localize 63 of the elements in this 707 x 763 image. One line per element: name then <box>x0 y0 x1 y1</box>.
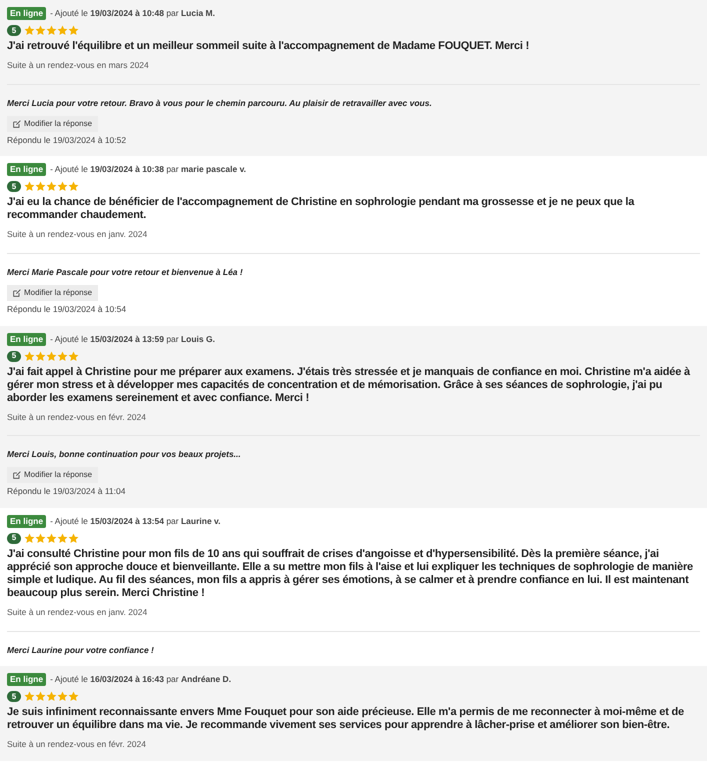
star-icon <box>46 350 57 362</box>
edit-reply-button[interactable]: Modifier la réponse <box>7 467 98 483</box>
rating-badge: 5 <box>7 25 21 36</box>
review-text: J'ai fait appel à Christine pour me préparer aux examens. J'étais très stressée et je manquais de confiance en moi. Christine m'a aidée à gérer mon stress et à développer mes capacités de concentration et de mémorisation. Grâce à ses séances de sophrologie, j'ai pu aborder les examens sereinement et avec confiance. Merci ! <box>7 366 692 404</box>
star-icon <box>57 181 68 192</box>
edit-icon <box>13 471 21 479</box>
reply-date: Répondu le 19/03/2024 à 10:52 <box>7 134 126 146</box>
star-icon <box>35 181 46 192</box>
rating-badge: 5 <box>7 181 21 192</box>
star-icon <box>57 25 68 36</box>
visit-date: Suite à un rendez-vous en janv. 2024 <box>7 606 148 618</box>
reply-date: Répondu le 19/03/2024 à 11:04 <box>7 485 126 498</box>
edit-icon <box>13 120 21 128</box>
review-meta: - Ajouté le 19/03/2024 à 10:48 par Lucia M. <box>50 7 215 20</box>
rating-badge: 5 <box>7 350 21 362</box>
review-text: J'ai consulté Christine pour mon fils de 10 ans qui souffrait de crises d'angoisse et d'hypersensibilité. Dès la première séance, j'ai apprécié son approche douce et bienveillante. Elle a su mettre mon fils à l'aise et lui expliquer les techniques de sophrologie de manière simple et ludique. Au fil des séances, mon fils a appris à gérer ses émotions, à se calmer et à prendre confiance en lui. Il est maintenant beaucoup plus serein. Merci Christine ! <box>7 548 694 600</box>
owner-reply: Merci Laurine pour votre confiance ! <box>7 644 154 656</box>
edit-icon <box>13 288 21 297</box>
status-badge: En ligne <box>7 673 46 686</box>
star-icon <box>57 532 68 544</box>
owner-reply: Merci Lucia pour votre retour. Bravo à vous pour le chemin parcouru. Au plaisir de retravailler avec vous. <box>7 96 432 110</box>
status-badge: En ligne <box>7 332 46 346</box>
owner-reply: Merci Louis, bonne continuation pour vos beaux projets... <box>7 448 241 461</box>
visit-date: Suite à un rendez-vous en janv. 2024 <box>7 228 148 241</box>
star-icon <box>68 25 79 36</box>
status-badge: En ligne <box>7 163 46 176</box>
star-icon <box>24 691 35 702</box>
star-icon <box>57 691 68 702</box>
star-icon <box>68 181 79 192</box>
star-icon <box>24 25 35 36</box>
star-icon <box>35 532 46 544</box>
star-icon <box>46 181 57 192</box>
rating-badge: 5 <box>7 532 21 544</box>
status-badge: En ligne <box>7 514 46 528</box>
review-meta: - Ajouté le 15/03/2024 à 13:59 par Louis G. <box>50 332 215 346</box>
visit-date: Suite à un rendez-vous en févr. 2024 <box>7 738 147 751</box>
owner-reply: Merci Marie Pascale pour votre retour et bienvenue à Léa ! <box>7 266 243 279</box>
star-icon <box>57 350 68 362</box>
star-icon <box>46 532 57 544</box>
star-icon <box>46 25 57 36</box>
visit-date: Suite à un rendez-vous en mars 2024 <box>7 59 150 72</box>
star-icon <box>68 691 79 702</box>
star-icon <box>68 350 79 362</box>
rating-badge: 5 <box>7 691 21 702</box>
review-meta: - Ajouté le 15/03/2024 à 13:54 par Laurine v. <box>50 514 221 528</box>
reply-date: Répondu le 19/03/2024 à 10:54 <box>7 302 126 316</box>
star-icon <box>68 532 79 544</box>
visit-date: Suite à un rendez-vous en févr. 2024 <box>7 410 147 424</box>
edit-reply-button[interactable]: Modifier la réponse <box>7 284 98 301</box>
review-meta: - Ajouté le 19/03/2024 à 10:38 par marie pascale v. <box>50 163 246 176</box>
star-icon <box>46 691 57 702</box>
review-text: J'ai eu la chance de bénéficier de l'accompagnement de Christine en sophrologie pendant ma grossesse et je ne peux que la recommander chaudement. <box>7 196 636 222</box>
star-icon <box>35 25 46 36</box>
star-icon <box>24 532 35 544</box>
star-icon <box>24 350 35 362</box>
status-badge: En ligne <box>7 7 46 20</box>
review-meta: - Ajouté le 16/03/2024 à 16:43 par Andréane D. <box>50 673 232 686</box>
review-text: J'ai retrouvé l'équilibre et un meilleur sommeil suite à l'accompagnement de Madame FOUQUET. Merci ! <box>7 40 530 53</box>
star-icon <box>35 691 46 702</box>
edit-reply-button[interactable]: Modifier la réponse <box>7 116 98 132</box>
star-icon <box>35 350 46 362</box>
review-text: Je suis infiniment reconnaissante envers Mme Fouquet pour son aide précieuse. Elle m'a permis de me reconnecter à moi-même et de retrouver un équilibre dans ma vie. Je recommande vivement ses services pour apprendre à lâcher-prise et améliorer son bien-être. <box>7 706 685 732</box>
star-icon <box>24 181 35 192</box>
